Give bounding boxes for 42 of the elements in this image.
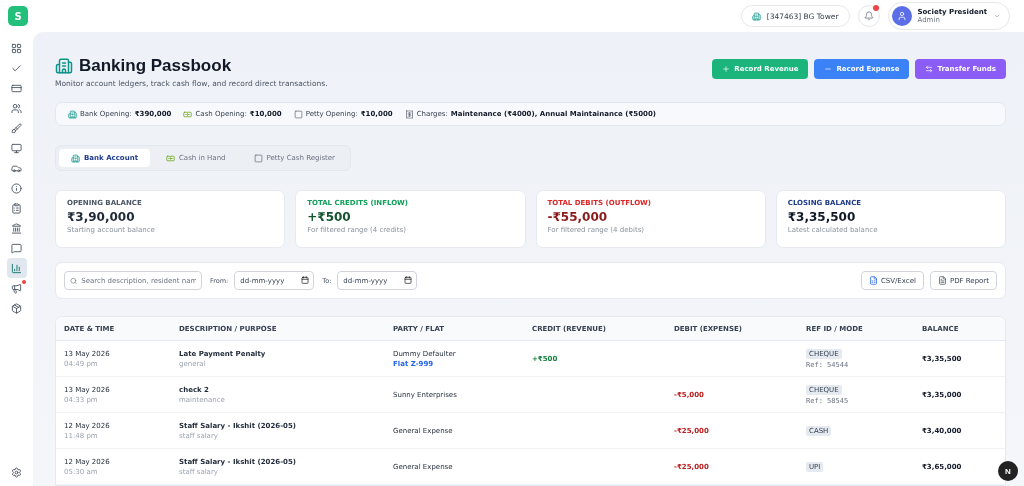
plus-icon (722, 65, 731, 73)
square-icon (253, 153, 263, 163)
building-icon (55, 57, 73, 75)
chart-icon (11, 262, 22, 274)
banknote-icon (166, 153, 175, 163)
card-icon (11, 82, 22, 94)
receipt-icon (404, 109, 414, 119)
people-icon (11, 102, 22, 114)
building-icon (751, 11, 761, 21)
megaphone-icon (11, 282, 22, 294)
clipboard-icon (11, 202, 22, 214)
building-icon (71, 153, 80, 163)
check-icon (11, 62, 22, 74)
settings-icon (11, 466, 22, 478)
chevron-icon (993, 12, 1001, 20)
square-icon (293, 109, 303, 119)
monitor-icon (11, 142, 22, 154)
banknote-icon (183, 109, 193, 119)
building-icon (68, 109, 77, 119)
document-icon (937, 276, 947, 286)
avatar-icon (891, 6, 912, 26)
chat-icon (11, 242, 22, 254)
app-logo: S (8, 6, 28, 26)
brush-icon (11, 122, 22, 134)
search-icon (70, 276, 78, 285)
stat-amount: -₹55,000 (547, 210, 609, 225)
minus-icon (824, 65, 833, 73)
grid-icon (11, 42, 22, 54)
calendar-icon (301, 276, 310, 285)
notifications-button[interactable] (857, 5, 880, 27)
transfer-icon (925, 65, 934, 73)
stat-amount: ₹3,35,500 (787, 210, 857, 225)
bank-icon (11, 222, 22, 234)
spreadsheet-icon (868, 276, 878, 286)
stat-amount: ₹3,90,000 (67, 210, 136, 225)
box-icon (11, 302, 22, 314)
calendar-icon (404, 276, 413, 285)
stat-amount: +₹500 (307, 210, 352, 225)
info-icon (11, 182, 22, 194)
page-title: Banking Passbook (79, 56, 232, 76)
bell-icon (863, 11, 874, 21)
sidebar-item[interactable] (6, 258, 27, 278)
